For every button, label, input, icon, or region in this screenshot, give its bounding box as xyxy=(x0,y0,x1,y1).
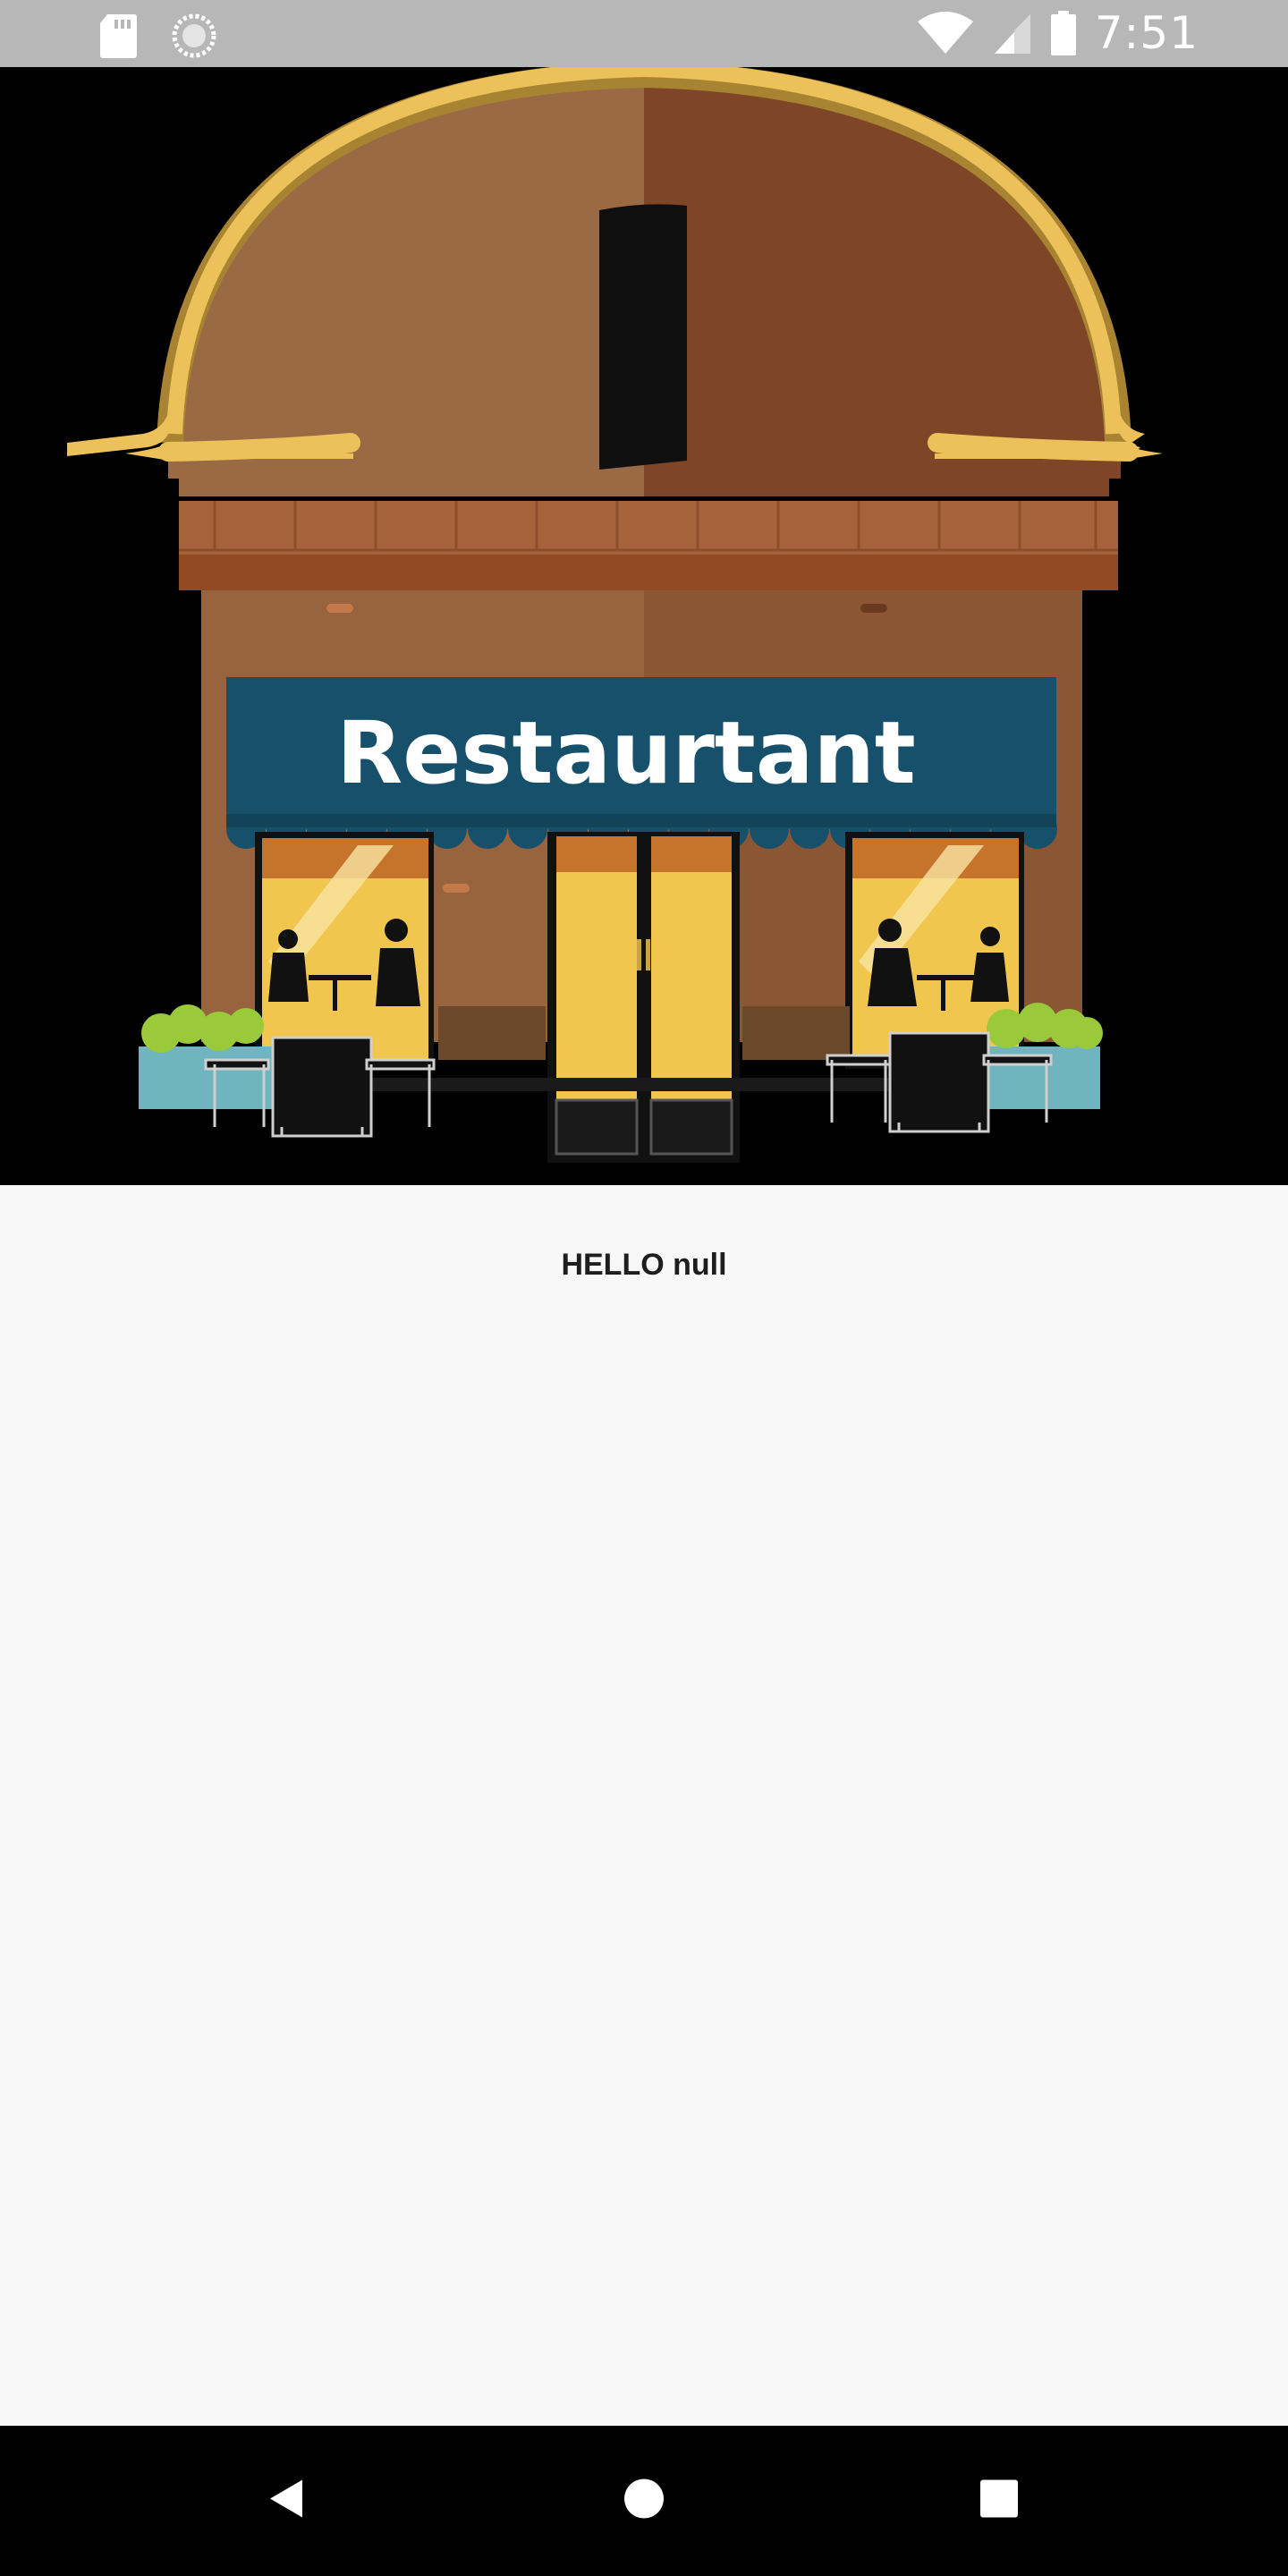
back-icon xyxy=(270,2479,302,2518)
sd-card-icon xyxy=(100,14,137,58)
home-icon xyxy=(624,2479,664,2519)
restaurant-hero-image: Restaurtant xyxy=(0,67,1288,1185)
signal-icon xyxy=(994,14,1030,54)
home-button[interactable] xyxy=(622,2477,666,2526)
status-time: 7:51 xyxy=(1094,7,1199,59)
recents-button[interactable] xyxy=(979,2479,1020,2524)
awning-sign-text: Restaurtant xyxy=(336,703,915,803)
back-button[interactable] xyxy=(267,2477,306,2526)
loading-icon xyxy=(172,13,216,58)
wifi-icon xyxy=(917,12,973,54)
recents-icon xyxy=(980,2479,1018,2518)
status-bar: 7:51 xyxy=(0,0,1288,67)
status-left-icons xyxy=(98,13,216,59)
restaurant-illustration: Restaurtant xyxy=(67,67,1163,1163)
battery-icon xyxy=(1050,11,1076,55)
navigation-bar xyxy=(0,2426,1288,2576)
status-right-icons: 7:51 xyxy=(916,7,1199,59)
greeting-text: HELLO null xyxy=(561,1248,727,1282)
